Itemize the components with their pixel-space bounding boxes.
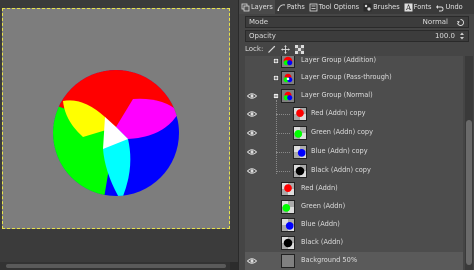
navigate-corner-button[interactable] — [230, 262, 238, 270]
layer-group-thumbnail-icon — [281, 56, 295, 68]
tab-fonts-label: Fonts — [413, 3, 432, 11]
layers-dock: Layers Paths Tool Options Brushes A Font… — [238, 0, 474, 270]
tool-options-icon — [309, 3, 318, 11]
tab-layers-label: Layers — [251, 3, 273, 11]
layer-name[interactable]: Background 50% — [301, 256, 357, 264]
visibility-eye-icon[interactable] — [247, 110, 257, 118]
color-circle-image — [53, 70, 179, 196]
image-window — [0, 0, 238, 270]
tab-tool-options[interactable]: Tool Options — [307, 0, 361, 14]
visibility-eye-icon[interactable] — [247, 167, 257, 175]
layer-row-background[interactable]: Background 50% — [245, 252, 463, 270]
layer-name[interactable]: Red (Addn) copy — [311, 109, 366, 117]
tab-brushes-label: Brushes — [373, 3, 400, 11]
mode-value: Normal — [422, 18, 448, 26]
layer-thumbnail-icon — [293, 126, 307, 140]
undo-icon — [436, 4, 444, 11]
layer-row-red-addn-copy[interactable]: Red (Addn) copy — [245, 105, 463, 123]
layer-thumbnail-icon — [281, 236, 295, 250]
layer-row-group-normal[interactable]: Layer Group (Normal) — [245, 87, 463, 105]
layer-name[interactable]: Layer Group (Pass-through) — [301, 73, 392, 81]
lock-label: Lock: — [245, 45, 264, 53]
svg-text:A: A — [405, 4, 412, 12]
layer-name[interactable]: Red (Addn) — [301, 184, 338, 192]
opacity-spin-icon[interactable] — [459, 31, 465, 41]
tab-undo[interactable]: Undo — [433, 0, 464, 14]
horizontal-scrollbar[interactable] — [0, 262, 238, 270]
visibility-eye-icon[interactable] — [247, 92, 257, 100]
dock-tab-bar: Layers Paths Tool Options Brushes A Font… — [239, 0, 474, 14]
layer-thumbnail-icon — [281, 218, 295, 232]
fonts-icon: A — [404, 3, 413, 12]
layer-name[interactable]: Green (Addn) — [301, 202, 345, 210]
layer-row-green-addn-copy[interactable]: Green (Addn) copy — [245, 124, 463, 142]
tab-fonts[interactable]: A Fonts — [402, 0, 434, 14]
layer-row-group-pass-through[interactable]: Layer Group (Pass-through) — [245, 69, 463, 87]
layer-name[interactable]: Layer Group (Addition) — [301, 56, 376, 64]
layer-row-group-addition[interactable]: Layer Group (Addition) — [245, 56, 463, 70]
layer-thumbnail-icon — [281, 254, 295, 268]
layers-scrollbar-thumb[interactable] — [466, 120, 472, 265]
layer-row-black-addn[interactable]: Black (Addn) — [245, 234, 463, 252]
horizontal-scrollbar-thumb[interactable] — [6, 264, 226, 268]
visibility-eye-icon[interactable] — [247, 257, 257, 265]
tab-undo-label: Undo — [445, 3, 463, 11]
lock-alpha-icon[interactable] — [295, 44, 305, 54]
visibility-eye-icon[interactable] — [247, 129, 257, 137]
layer-name[interactable]: Black (Addn) copy — [311, 166, 371, 174]
layer-name[interactable]: Black (Addn) — [301, 238, 343, 246]
layer-thumbnail-icon — [293, 145, 307, 159]
opacity-field[interactable]: Opacity 100.0 — [245, 30, 469, 42]
layer-row-green-addn[interactable]: Green (Addn) — [245, 198, 463, 216]
layer-row-blue-addn-copy[interactable]: Blue (Addn) copy — [245, 143, 463, 161]
layers-icon — [241, 3, 250, 11]
paths-icon — [277, 3, 285, 11]
tab-paths-label: Paths — [286, 3, 305, 11]
mode-label: Mode — [249, 18, 269, 26]
layers-vertical-scrollbar[interactable] — [465, 56, 473, 270]
layer-group-thumbnail-icon — [281, 89, 295, 103]
tab-paths[interactable]: Paths — [275, 0, 307, 14]
expand-icon[interactable] — [273, 58, 279, 64]
layer-thumbnail-icon — [281, 182, 295, 196]
layer-thumbnail-icon — [281, 200, 295, 214]
opacity-label: Opacity — [249, 32, 276, 40]
brushes-icon — [363, 3, 372, 11]
layer-row-red-addn[interactable]: Red (Addn) — [245, 180, 463, 198]
layer-row-blue-addn[interactable]: Blue (Addn) — [245, 216, 463, 234]
lock-row: Lock: — [245, 44, 309, 54]
collapse-icon[interactable] — [273, 93, 279, 99]
layer-name[interactable]: Layer Group (Normal) — [301, 91, 373, 99]
layer-name[interactable]: Blue (Addn) — [301, 220, 340, 228]
image-canvas[interactable] — [2, 8, 230, 229]
layer-thumbnail-icon — [293, 164, 307, 178]
layer-row-black-addn-copy[interactable]: Black (Addn) copy — [245, 162, 463, 180]
tab-tool-options-label: Tool Options — [318, 3, 360, 11]
expand-icon[interactable] — [273, 75, 279, 81]
layer-group-thumbnail-icon — [281, 71, 295, 85]
lock-position-icon[interactable] — [281, 44, 291, 54]
layers-list: Layer Group (Addition) Layer Group (Pass… — [245, 56, 463, 270]
layer-thumbnail-icon — [293, 107, 307, 121]
layer-name[interactable]: Blue (Addn) copy — [311, 147, 368, 155]
visibility-eye-icon[interactable] — [247, 148, 257, 156]
opacity-value: 100.0 — [434, 32, 455, 40]
layer-name[interactable]: Green (Addn) copy — [311, 128, 373, 136]
tab-brushes[interactable]: Brushes — [361, 0, 402, 14]
mode-reset-icon[interactable] — [456, 18, 465, 27]
lock-pixels-icon[interactable] — [267, 45, 276, 54]
mode-select[interactable]: Mode Normal — [245, 16, 469, 28]
tab-layers[interactable]: Layers — [239, 0, 275, 14]
